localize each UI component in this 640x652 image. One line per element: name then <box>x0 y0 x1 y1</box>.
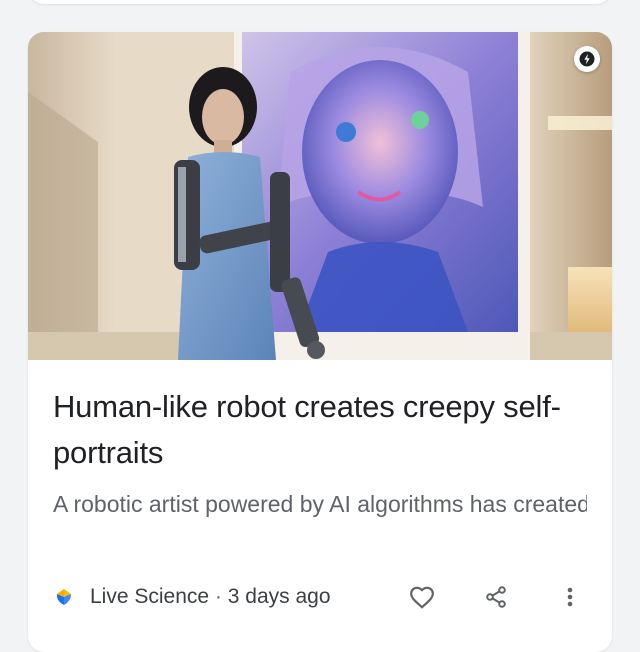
heart-outline-icon <box>410 586 434 609</box>
article-image[interactable] <box>28 32 612 360</box>
news-card[interactable]: Human-like robot creates creepy self-por… <box>28 32 612 652</box>
previous-card-bottom <box>28 0 612 4</box>
article-snippet: A robotic artist powered by AI algorithm… <box>53 491 587 517</box>
live-science-logo-icon <box>52 585 76 609</box>
source-name: Live Science <box>90 585 210 608</box>
source-and-time: Live Science · 3 days ago <box>90 585 331 609</box>
more-vert-icon <box>567 587 573 607</box>
separator: · <box>214 585 222 608</box>
more-options-button[interactable] <box>550 577 590 617</box>
share-button[interactable] <box>476 577 516 617</box>
share-icon <box>486 586 506 608</box>
card-footer: Live Science · 3 days ago <box>28 577 612 617</box>
lightning-bolt-icon <box>574 46 600 72</box>
publish-time: 3 days ago <box>227 585 331 608</box>
article-title[interactable]: Human-like robot creates creepy self-por… <box>53 384 587 476</box>
like-button[interactable] <box>402 577 442 617</box>
